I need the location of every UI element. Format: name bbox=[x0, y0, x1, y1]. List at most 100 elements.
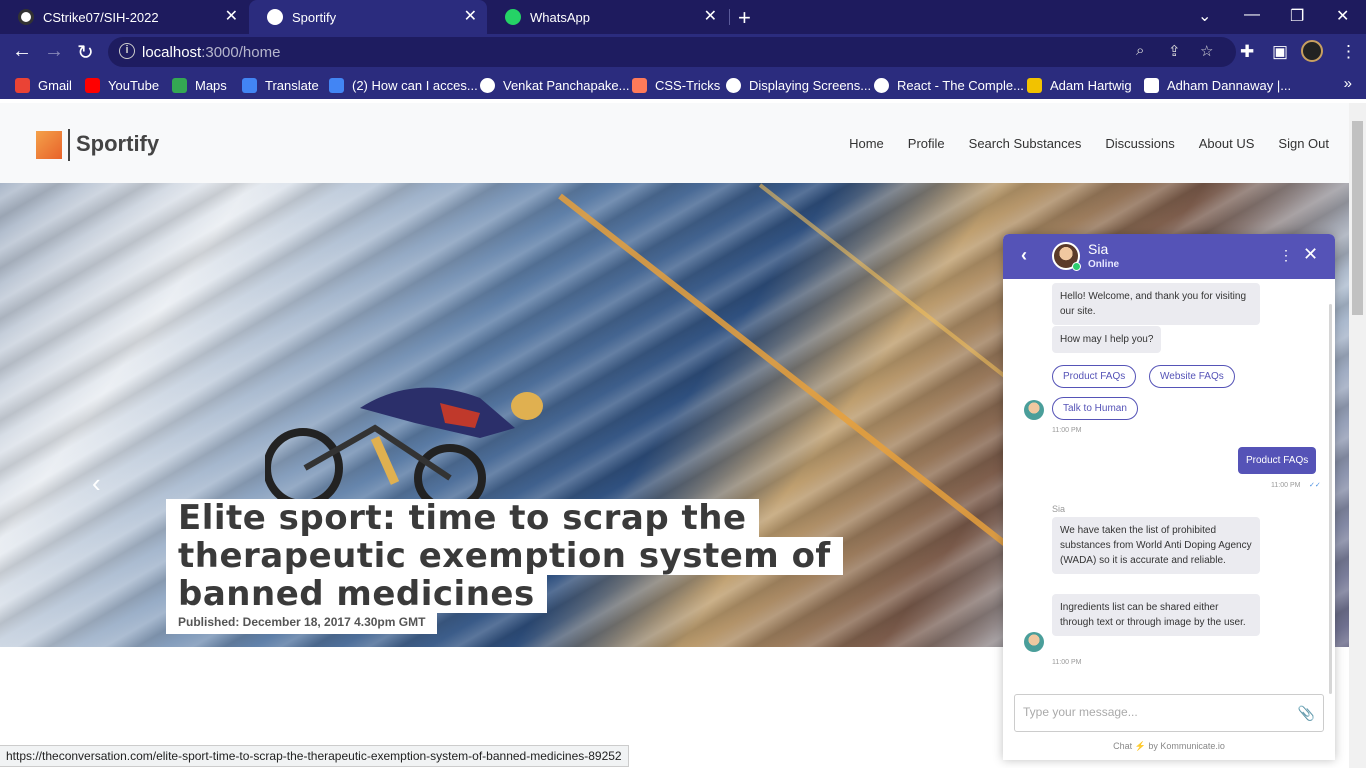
user-message: Product FAQs bbox=[1238, 447, 1317, 474]
nav-profile[interactable]: Profile bbox=[908, 136, 945, 151]
tab-sportify[interactable]: Sportify ✕ bbox=[249, 0, 487, 34]
bot-name: Sia bbox=[1088, 241, 1109, 257]
site-navbar: Sportify Home Profile Search Substances … bbox=[0, 103, 1349, 183]
bookmark-maps[interactable]: Maps bbox=[172, 76, 227, 94]
bookmark-google-search[interactable]: (2) How can I acces... bbox=[329, 76, 478, 94]
bot-message: Hello! Welcome, and thank you for visiti… bbox=[1052, 283, 1260, 325]
gmail-icon bbox=[15, 77, 30, 93]
bookmark-gmail[interactable]: Gmail bbox=[15, 76, 72, 94]
bookmark-venkat[interactable]: Venkat Panchapake... bbox=[480, 76, 629, 94]
chat-input-box: 📎 bbox=[1014, 694, 1324, 732]
bookmark-adham-dannaway[interactable]: Adham Dannaway |... bbox=[1144, 76, 1291, 94]
quick-reply-product-faqs[interactable]: Product FAQs bbox=[1052, 365, 1137, 388]
site-info-icon[interactable]: i bbox=[119, 43, 135, 59]
message-timestamp: 11:00 PM bbox=[1271, 482, 1301, 489]
tab-separator bbox=[729, 9, 730, 25]
headline-line: therapeutic exemption system of bbox=[166, 537, 843, 575]
chat-widget: ‹ Sia Online ⋮ ✕ Hello! Welcome, and tha… bbox=[1003, 234, 1335, 760]
bookmark-adam-hartwig[interactable]: Adam Hartwig bbox=[1027, 76, 1132, 94]
bookmark-css-tricks[interactable]: CSS-Tricks bbox=[632, 76, 720, 94]
tab-title: CStrike07/SIH-2022 bbox=[43, 9, 159, 25]
close-icon[interactable]: ✕ bbox=[225, 9, 238, 25]
zoom-icon[interactable]: ⌕ bbox=[1136, 42, 1144, 59]
globe-icon bbox=[726, 77, 741, 93]
nav-links: Home Profile Search Substances Discussio… bbox=[849, 136, 1329, 151]
side-panel-icon[interactable]: ▣ bbox=[1272, 42, 1288, 62]
bookmarks-bar: Gmail YouTube Maps Translate (2) How can… bbox=[0, 70, 1366, 99]
lightning-icon: ⚡ bbox=[1134, 741, 1146, 751]
quick-reply-website-faqs[interactable]: Website FAQs bbox=[1149, 365, 1235, 388]
new-tab-plus-icon[interactable]: + bbox=[738, 5, 751, 31]
nav-sign-out[interactable]: Sign Out bbox=[1278, 136, 1329, 151]
profile-avatar[interactable] bbox=[1301, 40, 1323, 62]
chat-header: ‹ Sia Online ⋮ ✕ bbox=[1003, 234, 1335, 279]
nav-home[interactable]: Home bbox=[849, 136, 884, 151]
logo-divider bbox=[68, 129, 70, 161]
browser-toolbar: ← → ↻ i localhost:3000/home ⌕ ⇪ ☆ ✚ ▣ ⋮ bbox=[0, 34, 1366, 70]
scrollbar-thumb[interactable] bbox=[1352, 121, 1363, 315]
youtube-icon bbox=[85, 77, 100, 93]
bookmark-react[interactable]: React - The Comple... bbox=[874, 76, 1024, 94]
bot-avatar-small bbox=[1024, 632, 1044, 652]
url-text: localhost:3000/home bbox=[142, 44, 281, 61]
chrome-icon bbox=[480, 77, 495, 93]
attachment-paperclip-icon[interactable]: 📎 bbox=[1298, 705, 1315, 722]
bookmark-displaying-screens[interactable]: Displaying Screens... bbox=[726, 76, 871, 94]
powered-by[interactable]: Chat ⚡ by Kommunicate.io bbox=[1003, 741, 1335, 752]
menu-kebab-icon[interactable]: ⋮ bbox=[1340, 42, 1357, 62]
hero-headline[interactable]: Elite sport: time to scrap the therapeut… bbox=[166, 499, 843, 634]
quick-reply-talk-to-human[interactable]: Talk to Human bbox=[1052, 397, 1138, 420]
address-bar[interactable]: i localhost:3000/home ⌕ ⇪ ☆ bbox=[108, 37, 1236, 67]
adham-dannaway-icon bbox=[1144, 77, 1159, 93]
back-arrow-icon[interactable]: ← bbox=[12, 40, 32, 63]
css-tricks-icon bbox=[632, 77, 647, 93]
chat-scrollbar[interactable] bbox=[1329, 304, 1332, 694]
headline-line: Elite sport: time to scrap the bbox=[166, 499, 759, 537]
tab-search-chevron-icon[interactable]: ⌄ bbox=[1198, 6, 1211, 26]
bookmark-youtube[interactable]: YouTube bbox=[85, 76, 159, 94]
message-sender: Sia bbox=[1052, 504, 1066, 514]
bot-avatar-small bbox=[1024, 400, 1044, 420]
globe-icon bbox=[267, 9, 283, 25]
bot-message: How may I help you? bbox=[1052, 326, 1162, 353]
carousel-prev-chevron-icon[interactable]: ‹ bbox=[92, 468, 101, 499]
forward-arrow-icon[interactable]: → bbox=[44, 40, 64, 63]
extensions-puzzle-icon[interactable]: ✚ bbox=[1240, 42, 1254, 62]
tab-title: Sportify bbox=[292, 9, 337, 25]
tab-title: WhatsApp bbox=[530, 9, 590, 25]
chat-menu-icon[interactable]: ⋮ bbox=[1279, 247, 1293, 264]
adam-hartwig-icon bbox=[1027, 77, 1042, 93]
nav-about-us[interactable]: About US bbox=[1199, 136, 1255, 151]
github-icon bbox=[18, 9, 34, 25]
restore-icon[interactable]: ❐ bbox=[1290, 6, 1304, 26]
whatsapp-icon bbox=[505, 9, 521, 25]
nav-discussions[interactable]: Discussions bbox=[1105, 136, 1174, 151]
more-bookmarks-chevron-icon[interactable]: » bbox=[1344, 75, 1352, 92]
bot-message: Ingredients list can be shared either th… bbox=[1052, 594, 1260, 636]
chat-message-input[interactable] bbox=[1023, 705, 1293, 719]
site-logo-text[interactable]: Sportify bbox=[76, 131, 159, 157]
message-timestamp: 11:00 PM bbox=[1052, 427, 1082, 434]
bot-message: We have taken the list of prohibited sub… bbox=[1052, 517, 1260, 574]
online-status-dot bbox=[1072, 262, 1081, 271]
nav-search-substances[interactable]: Search Substances bbox=[969, 136, 1082, 151]
translate-icon bbox=[242, 77, 257, 93]
close-icon[interactable]: ✕ bbox=[704, 9, 717, 25]
message-timestamp: 11:00 PM bbox=[1052, 659, 1082, 666]
page-scrollbar[interactable] bbox=[1349, 103, 1366, 768]
reload-icon[interactable]: ↻ bbox=[77, 40, 94, 65]
bookmark-translate[interactable]: Translate bbox=[242, 76, 319, 94]
close-icon[interactable]: ✕ bbox=[464, 9, 477, 25]
tab-strip: CStrike07/SIH-2022 ✕ Sportify ✕ WhatsApp… bbox=[0, 0, 1366, 34]
bookmark-star-icon[interactable]: ☆ bbox=[1200, 42, 1213, 60]
headline-line: banned medicines bbox=[166, 575, 547, 613]
minimize-icon[interactable]: — bbox=[1244, 6, 1260, 24]
sportify-logo-icon[interactable] bbox=[36, 131, 62, 159]
tab-github[interactable]: CStrike07/SIH-2022 ✕ bbox=[0, 0, 248, 34]
chat-close-icon[interactable]: ✕ bbox=[1303, 244, 1318, 265]
link-status-bar: https://theconversation.com/elite-sport-… bbox=[0, 745, 629, 767]
window-close-icon[interactable]: ✕ bbox=[1336, 6, 1349, 26]
tab-whatsapp[interactable]: WhatsApp ✕ bbox=[487, 0, 727, 34]
chat-back-icon[interactable]: ‹ bbox=[1021, 245, 1027, 266]
share-icon[interactable]: ⇪ bbox=[1168, 42, 1181, 60]
